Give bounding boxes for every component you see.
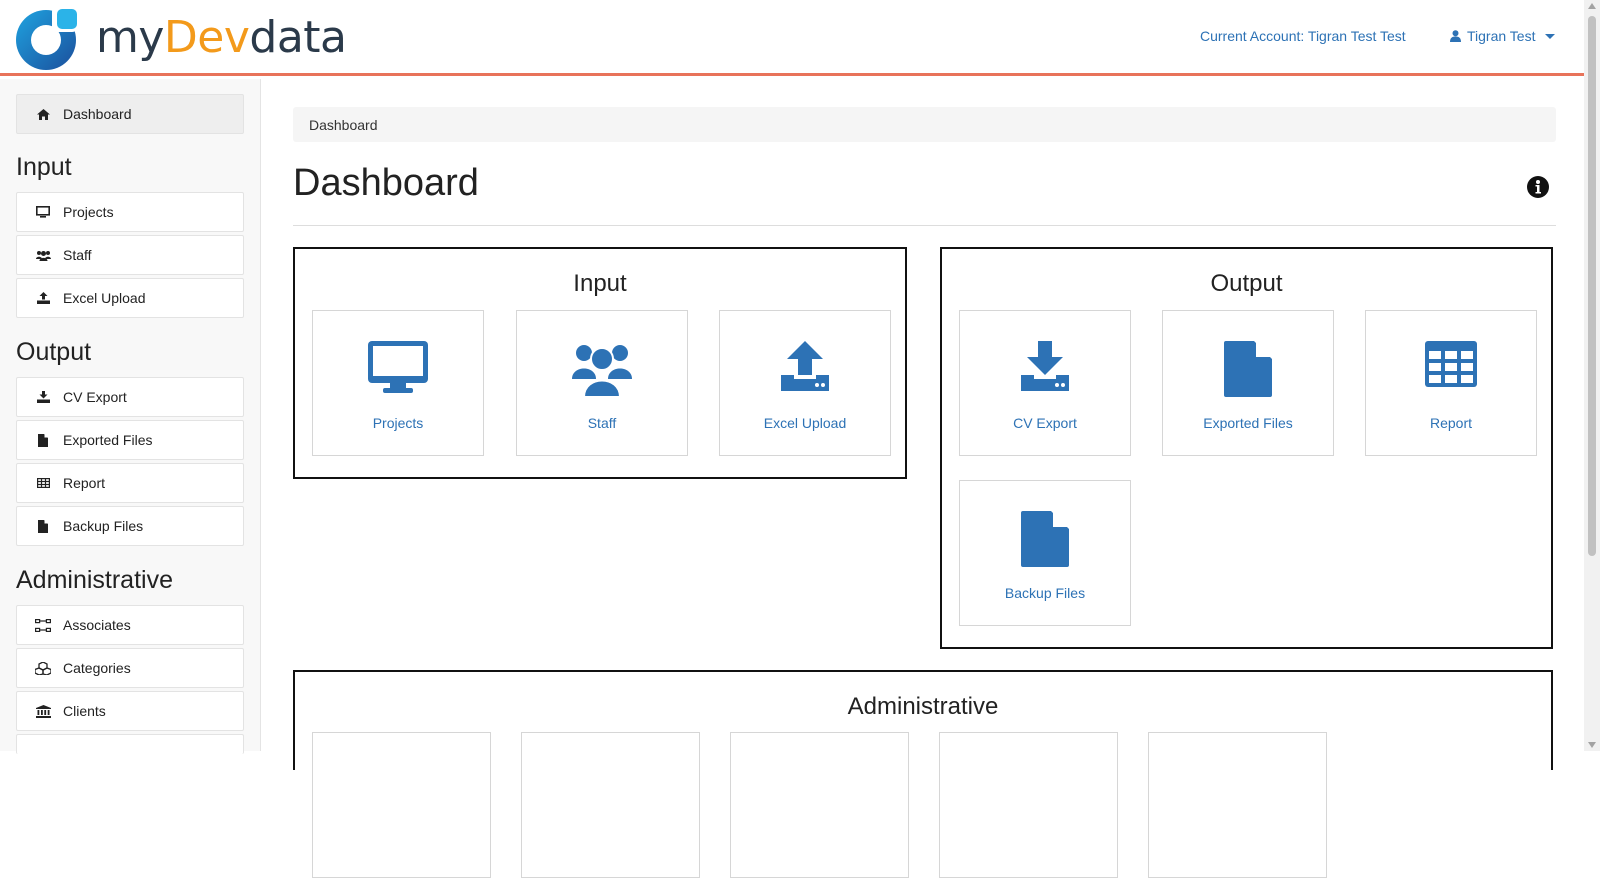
sitemap-icon: [35, 618, 51, 632]
sidebar-item-exported-files[interactable]: Exported Files: [16, 420, 244, 460]
monitor-icon: [35, 205, 51, 219]
tile-admin-5[interactable]: [1148, 732, 1327, 878]
brand-name: myDevdata: [96, 16, 347, 60]
sidebar-item-associates[interactable]: Associates: [16, 605, 244, 645]
sidebar-item-backup-files[interactable]: Backup Files: [16, 506, 244, 546]
sidebar-item-label: Dashboard: [63, 106, 132, 122]
breadcrumb-item[interactable]: Dashboard: [309, 117, 378, 133]
users-icon: [517, 341, 687, 397]
user-name: Tigran Test: [1467, 28, 1536, 44]
scroll-up-icon[interactable]: [1588, 3, 1596, 9]
tile-label: Excel Upload: [763, 415, 847, 431]
page-scrollbar[interactable]: [1584, 0, 1600, 751]
tile-staff[interactable]: Staff: [516, 310, 688, 456]
tile-label: Backup Files: [1004, 585, 1086, 601]
input-panel-title: Input: [573, 270, 627, 297]
tile-exported-files[interactable]: Exported Files: [1162, 310, 1334, 456]
tile-report[interactable]: Report: [1365, 310, 1537, 456]
tile-projects[interactable]: Projects: [312, 310, 484, 456]
sidebar-item-label: Categories: [63, 660, 131, 676]
users-icon: [35, 248, 51, 262]
table-icon: [1366, 341, 1536, 387]
table-icon: [35, 476, 51, 490]
caret-down-icon: [1545, 33, 1556, 39]
scroll-thumb[interactable]: [1588, 16, 1596, 556]
upload-icon: [35, 291, 51, 305]
output-panel: Output CV Export Exported Files Report B…: [940, 247, 1553, 649]
sidebar-item-categories[interactable]: Categories: [16, 648, 244, 688]
sidebar-item-partial[interactable]: [16, 734, 244, 754]
sidebar-item-dashboard[interactable]: Dashboard: [16, 94, 244, 134]
download-icon: [35, 390, 51, 404]
tile-cv-export[interactable]: CV Export: [959, 310, 1131, 456]
user-icon: [1450, 30, 1461, 42]
sidebar-item-excel-upload[interactable]: Excel Upload: [16, 278, 244, 318]
tile-admin-2[interactable]: [521, 732, 700, 878]
file-icon: [960, 511, 1130, 567]
sidebar-item-clients[interactable]: Clients: [16, 691, 244, 731]
current-account-link[interactable]: Current Account: Tigran Test Test: [1200, 28, 1406, 44]
sidebar-heading-output: Output: [16, 338, 92, 366]
bank-icon: [35, 704, 51, 718]
scroll-down-icon[interactable]: [1588, 742, 1596, 748]
file-icon: [35, 519, 51, 533]
page-title: Dashboard: [293, 162, 479, 204]
monitor-icon: [313, 341, 483, 393]
tile-label: Projects: [372, 415, 424, 431]
tile-backup-files[interactable]: Backup Files: [959, 480, 1131, 626]
sidebar-item-label: Backup Files: [63, 518, 144, 534]
file-icon: [35, 433, 51, 447]
file-icon: [1163, 341, 1333, 397]
info-icon[interactable]: [1527, 176, 1549, 203]
top-header: myDevdata Current Account: Tigran Test T…: [0, 0, 1584, 76]
output-panel-title: Output: [1210, 270, 1283, 297]
tile-admin-3[interactable]: [730, 732, 909, 878]
sidebar-item-staff[interactable]: Staff: [16, 235, 244, 275]
brand-part-dev: Dev: [163, 12, 250, 63]
sidebar-item-label: Clients: [63, 703, 106, 719]
sidebar-item-label: CV Export: [63, 389, 127, 405]
sidebar-heading-input: Input: [16, 153, 72, 181]
sidebar-heading-administrative: Administrative: [16, 566, 173, 594]
administrative-panel-title: Administrative: [847, 693, 999, 720]
sidebar-item-projects[interactable]: Projects: [16, 192, 244, 232]
administrative-panel: Administrative: [293, 670, 1553, 878]
breadcrumb: Dashboard: [293, 107, 1556, 142]
tile-label: Staff: [587, 415, 617, 431]
brand-part-data: data: [249, 12, 347, 63]
tile-label: Exported Files: [1203, 415, 1293, 431]
tile-label: CV Export: [1013, 415, 1077, 431]
tile-admin-1[interactable]: [312, 732, 491, 878]
sidebar-item-label: Report: [63, 475, 106, 491]
download-icon: [960, 341, 1130, 393]
sidebar-item-label: Excel Upload: [63, 290, 146, 306]
user-menu-dropdown[interactable]: Tigran Test: [1450, 28, 1556, 44]
tile-admin-4[interactable]: [939, 732, 1118, 878]
sidebar-item-label: Associates: [63, 617, 131, 633]
sidebar-item-label: Projects: [63, 204, 114, 220]
cubes-icon: [35, 661, 51, 675]
sidebar-item-label: Staff: [63, 247, 92, 263]
sidebar-item-label: Exported Files: [63, 432, 153, 448]
sidebar-item-cv-export[interactable]: CV Export: [16, 377, 244, 417]
logo-mark-icon: [16, 6, 78, 70]
input-panel: Input Projects Staff Excel Upload: [293, 247, 907, 479]
upload-icon: [720, 341, 890, 393]
tile-excel-upload[interactable]: Excel Upload: [719, 310, 891, 456]
brand-part-my: my: [96, 12, 164, 63]
sidebar: Dashboard Input Projects Staff Excel Upl…: [0, 79, 261, 754]
brand-logo[interactable]: myDevdata: [12, 4, 347, 72]
sidebar-item-report[interactable]: Report: [16, 463, 244, 503]
title-divider: [293, 225, 1556, 226]
home-icon: [35, 107, 51, 121]
tile-label: Report: [1429, 415, 1473, 431]
